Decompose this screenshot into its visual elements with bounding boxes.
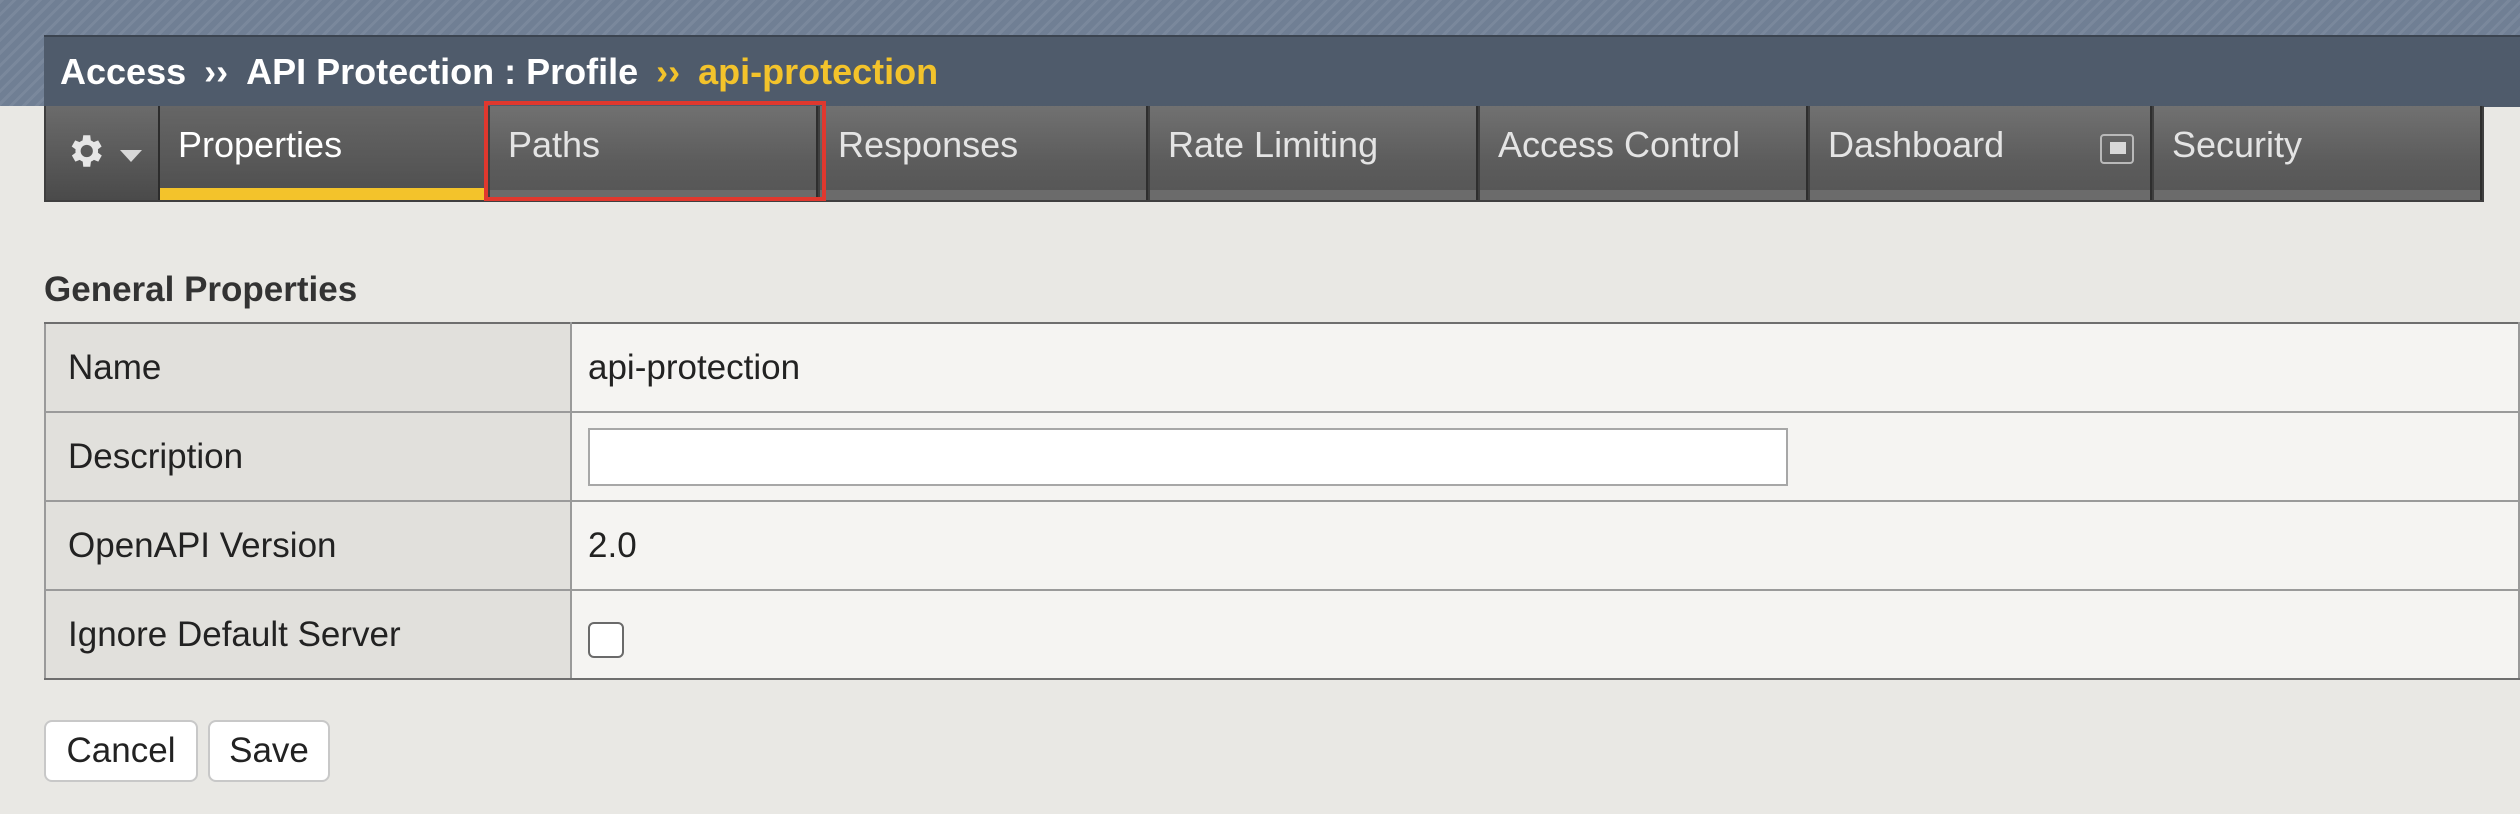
- general-properties-table: Name api-protection Description OpenAPI …: [44, 322, 2520, 680]
- breadcrumb: Access ›› API Protection : Profile ›› ap…: [44, 35, 2520, 107]
- table-row: Name api-protection: [44, 322, 2520, 413]
- openapi-version-value: 2.0: [570, 500, 2520, 591]
- name-value: api-protection: [570, 322, 2520, 413]
- active-tab-indicator: [160, 188, 486, 200]
- breadcrumb-separator: ››: [204, 51, 229, 92]
- row-label: Name: [44, 322, 572, 413]
- tab-label: Properties: [178, 124, 343, 165]
- tab-label: Dashboard: [1828, 124, 2005, 165]
- tab-properties[interactable]: Properties: [160, 106, 488, 200]
- tab-underline: [1480, 190, 1806, 200]
- table-row: Description: [44, 411, 2520, 502]
- tab-underline: [2154, 190, 2480, 200]
- description-input[interactable]: [588, 427, 1788, 486]
- chevron-down-icon: [120, 150, 142, 162]
- cancel-button[interactable]: Cancel: [44, 720, 198, 782]
- tab-label: Access Control: [1498, 124, 1741, 165]
- breadcrumb-item-profile[interactable]: API Protection : Profile: [246, 51, 638, 93]
- tab-underline: [1150, 190, 1476, 200]
- tab-underline: [820, 190, 1146, 200]
- row-label: Description: [44, 411, 572, 502]
- window-icon[interactable]: [2100, 134, 2134, 164]
- row-label: Ignore Default Server: [44, 589, 572, 680]
- tab-rate-limiting[interactable]: Rate Limiting: [1150, 106, 1478, 200]
- ignore-default-server-checkbox[interactable]: [588, 621, 624, 658]
- ignore-default-server-cell: [570, 589, 2520, 680]
- tab-responses[interactable]: Responses: [820, 106, 1148, 200]
- breadcrumb-current: api-protection: [698, 51, 939, 92]
- table-row: OpenAPI Version 2.0: [44, 500, 2520, 591]
- description-cell: [570, 411, 2520, 502]
- tab-label: Paths: [508, 124, 601, 165]
- table-row: Ignore Default Server: [44, 589, 2520, 680]
- tab-dashboard[interactable]: Dashboard: [1810, 106, 2152, 200]
- tab-label: Responses: [838, 124, 1019, 165]
- breadcrumb-separator: ››: [656, 51, 681, 92]
- section-title: General Properties: [44, 270, 358, 309]
- breadcrumb-item-access[interactable]: Access: [60, 51, 186, 93]
- tab-paths[interactable]: Paths: [490, 106, 818, 200]
- tab-label: Security: [2172, 124, 2303, 165]
- gear-icon: [71, 135, 102, 167]
- settings-menu-button[interactable]: [46, 106, 160, 200]
- tab-security[interactable]: Security: [2154, 106, 2482, 200]
- tab-underline: [490, 190, 816, 200]
- tab-underline: [1810, 190, 2150, 200]
- tab-label: Rate Limiting: [1168, 124, 1379, 165]
- tab-access-control[interactable]: Access Control: [1480, 106, 1808, 200]
- save-button[interactable]: Save: [208, 720, 330, 782]
- tab-strip: Properties Paths Responses Rate Limiting…: [44, 106, 2484, 202]
- row-label: OpenAPI Version: [44, 500, 572, 591]
